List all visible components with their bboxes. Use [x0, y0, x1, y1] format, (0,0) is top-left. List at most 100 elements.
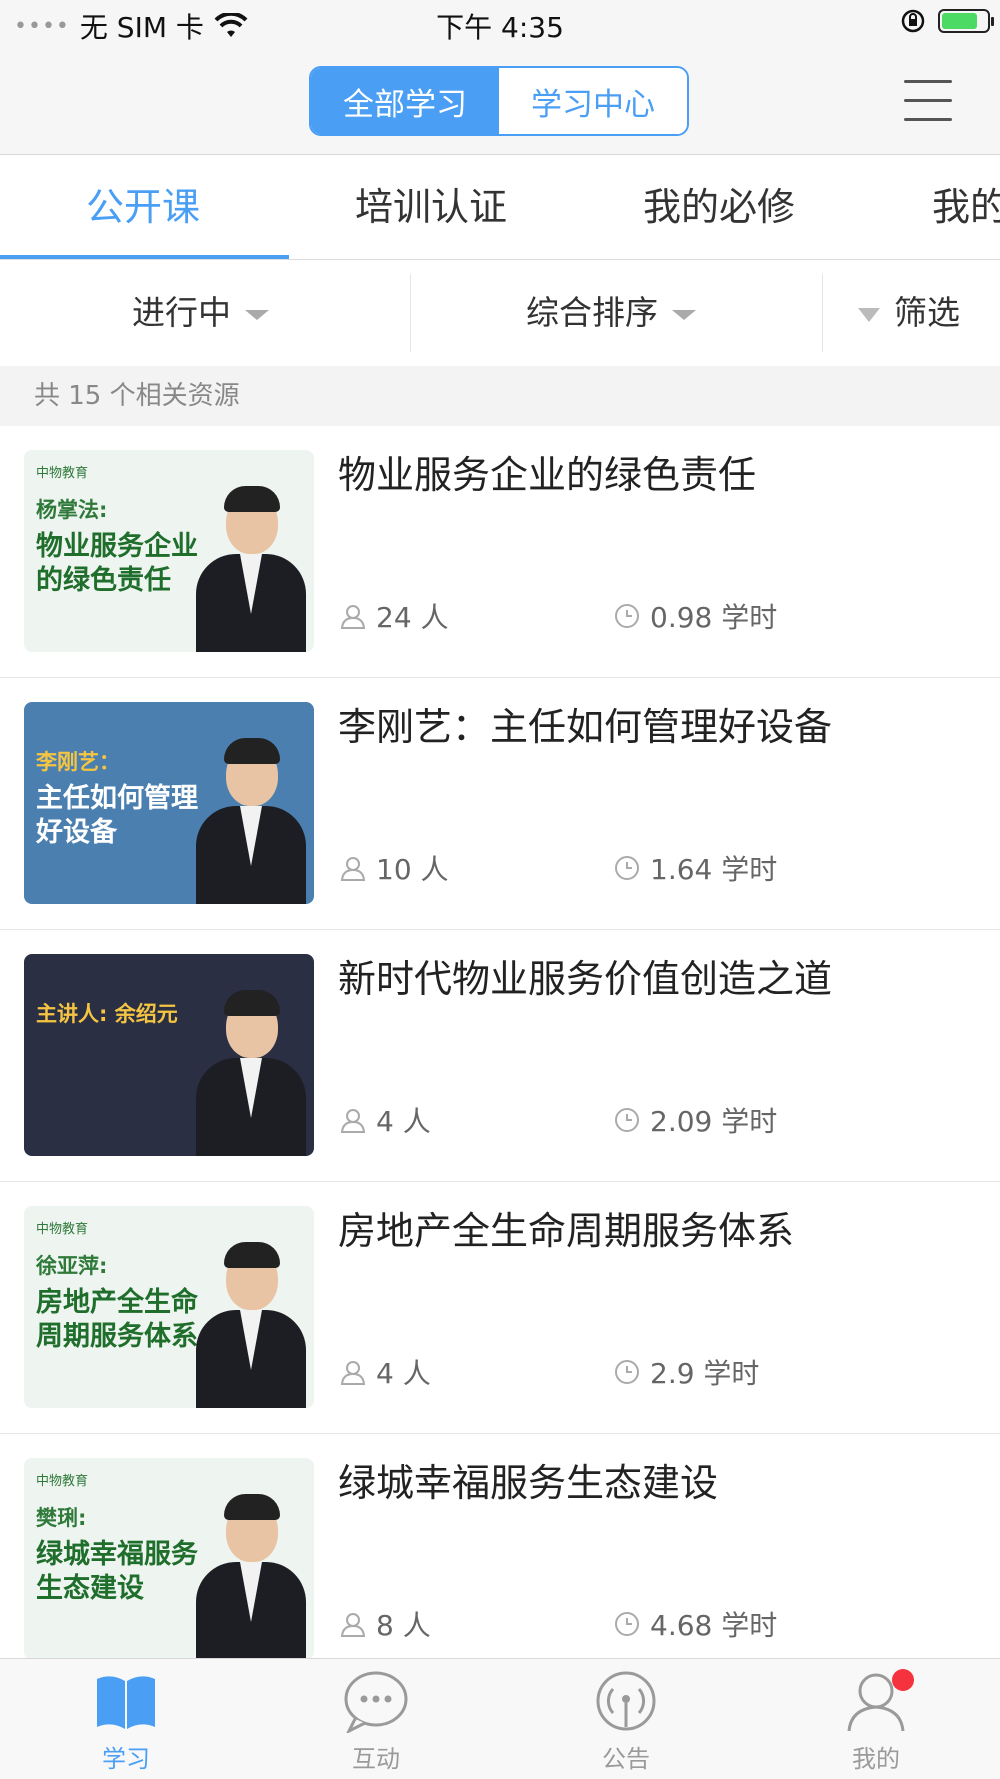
thumbnail-logo: 中物教育 [36, 1474, 89, 1489]
thumbnail-title: 房地产全生命周期服务体系 [36, 1287, 198, 1352]
status-time: 下午 4:35 [436, 11, 564, 44]
thumbnail-title: 主任如何管理好设备 [36, 783, 198, 848]
bottom-tab-interact[interactable]: 互动 [316, 1669, 436, 1774]
category-tabs: 公开课 培训认证 我的必修 我的 [0, 155, 1000, 260]
thumbnail-title: 物业服务企业的绿色责任 [36, 531, 198, 596]
status-right [900, 8, 994, 34]
course-thumbnail: 李刚艺： 主任如何管理好设备 [24, 702, 314, 904]
bottom-tab-label: 学习 [102, 1745, 150, 1773]
learner-count-text: 8 人 [376, 1609, 431, 1642]
status-filter[interactable]: 进行中 [132, 260, 269, 366]
result-count: 共 15 个相关资源 [0, 366, 1000, 426]
filter-bar: 进行中 综合排序 筛选 [0, 260, 1000, 366]
sort-filter[interactable]: 综合排序 [526, 260, 696, 366]
broadcast-icon [596, 1671, 656, 1731]
course-title: 绿城幸福服务生态建设 [338, 1461, 719, 1505]
thumbnail-title: 绿城幸福服务生态建设 [36, 1539, 198, 1604]
thumbnail-speaker: 杨掌法: [36, 498, 108, 522]
bottom-tab-notice[interactable]: 公告 [566, 1669, 686, 1774]
learner-count: 4 人 [340, 1352, 431, 1392]
clock-icon [615, 1612, 639, 1636]
tab-mine[interactable]: 我的 [932, 155, 1000, 259]
learner-count: 4 人 [340, 1100, 431, 1140]
learner-count: 24 人 [340, 596, 449, 636]
notification-badge [892, 1669, 914, 1691]
learner-count: 10 人 [340, 848, 449, 888]
battery-fill [942, 13, 978, 29]
thumbnail-logo: 中物教育 [36, 1222, 89, 1237]
course-hours: 2.9 学时 [614, 1352, 759, 1392]
speaker-portrait [196, 482, 306, 652]
course-hours-text: 2.09 学时 [650, 1105, 778, 1138]
clock-icon [615, 1108, 639, 1132]
divider [410, 274, 411, 352]
caret-down-icon [672, 309, 696, 320]
speaker-portrait [196, 986, 306, 1156]
orientation-lock-icon [901, 9, 925, 33]
tab-training-cert[interactable]: 培训认证 [355, 155, 507, 259]
bottom-tab-label: 我的 [852, 1745, 900, 1773]
course-item[interactable]: 李刚艺： 主任如何管理好设备 李刚艺：主任如何管理好设备 10 人 1.64 学时 [0, 678, 1000, 930]
course-item[interactable]: 主讲人: 余绍元 新时代物业服务价值创造之道 4 人 2.09 学时 [0, 930, 1000, 1182]
learner-count-text: 24 人 [376, 601, 449, 634]
learner-count: 8 人 [340, 1604, 431, 1644]
course-thumbnail: 中物教育徐亚萍: 房地产全生命周期服务体系 [24, 1206, 314, 1408]
speaker-portrait [196, 1490, 306, 1660]
bottom-tab-learn[interactable]: 学习 [66, 1669, 186, 1774]
clock-icon [615, 1360, 639, 1384]
tab-open-course[interactable]: 公开课 [86, 155, 200, 259]
course-item[interactable]: 中物教育 杨掌法: 物业服务企业的绿色责任 物业服务企业的绿色责任 24 人 0.98 学… [0, 426, 1000, 678]
course-title: 李刚艺：主任如何管理好设备 [338, 705, 833, 749]
course-hours: 0.98 学时 [614, 596, 777, 636]
status-filter-label: 进行中 [132, 293, 231, 332]
filter-button-label: 筛选 [894, 293, 960, 332]
course-hours: 2.09 学时 [614, 1100, 777, 1140]
book-icon [97, 1676, 155, 1729]
course-title: 新时代物业服务价值创造之道 [338, 957, 833, 1001]
nav-bar: 全部学习 学习中心 [0, 48, 1000, 155]
clock-icon [615, 604, 639, 628]
course-item[interactable]: 中物教育徐亚萍: 房地产全生命周期服务体系 房地产全生命周期服务体系 4 人 2.9 学… [0, 1182, 1000, 1434]
course-hours-text: 0.98 学时 [650, 601, 778, 634]
course-hours: 1.64 学时 [614, 848, 777, 888]
thumbnail-speaker: 樊琍: [36, 1506, 87, 1530]
sort-filter-label: 综合排序 [526, 293, 658, 332]
divider [822, 274, 823, 352]
course-hours-text: 2.9 学时 [650, 1357, 760, 1390]
segmented-control: 全部学习 学习中心 [309, 66, 689, 136]
person-icon [340, 605, 366, 629]
person-icon [340, 1361, 366, 1385]
course-title: 物业服务企业的绿色责任 [338, 453, 757, 497]
person-icon [340, 1613, 366, 1637]
clock-icon [615, 856, 639, 880]
course-thumbnail: 中物教育樊琍: 绿城幸福服务生态建设 [24, 1458, 314, 1660]
status-bar: •••• 无 SIM 卡 下午 4:35 [0, 0, 1000, 48]
thumbnail-speaker: 主讲人: 余绍元 [36, 1002, 178, 1026]
thumbnail-logo: 中物教育 [36, 466, 89, 481]
course-hours-text: 1.64 学时 [650, 853, 778, 886]
course-thumbnail: 中物教育杨掌法: 物业服务企业的绿色责任 [24, 450, 314, 652]
learner-count-text: 4 人 [376, 1105, 431, 1138]
thumbnail-speaker: 徐亚萍: [36, 1254, 108, 1278]
battery-icon [938, 9, 994, 33]
segment-learning-center[interactable]: 学习中心 [499, 68, 687, 134]
filter-button[interactable]: 筛选 [858, 260, 960, 366]
learner-count-text: 10 人 [376, 853, 449, 886]
hamburger-icon[interactable] [900, 78, 956, 124]
funnel-icon [858, 307, 880, 322]
bottom-tab-label: 公告 [602, 1745, 650, 1773]
caret-down-icon [245, 309, 269, 320]
speaker-portrait [196, 734, 306, 904]
person-icon [340, 1109, 366, 1133]
tab-required[interactable]: 我的必修 [643, 155, 795, 259]
course-thumbnail: 主讲人: 余绍元 [24, 954, 314, 1156]
segment-all-learning[interactable]: 全部学习 [311, 68, 499, 134]
chat-bubble-icon [344, 1671, 408, 1735]
learner-count-text: 4 人 [376, 1357, 431, 1390]
course-hours-text: 4.68 学时 [650, 1609, 778, 1642]
speaker-portrait [196, 1238, 306, 1408]
course-hours: 4.68 学时 [614, 1604, 777, 1644]
bottom-tab-mine[interactable]: 我的 [816, 1669, 936, 1774]
bottom-tab-bar: 学习 互动 公告 我的 [0, 1658, 1000, 1779]
course-item[interactable]: 中物教育 樊琍: 绿城幸福服务生态建设 绿城幸福服务生态建设 8 人 4.68 学时 [0, 1434, 1000, 1686]
